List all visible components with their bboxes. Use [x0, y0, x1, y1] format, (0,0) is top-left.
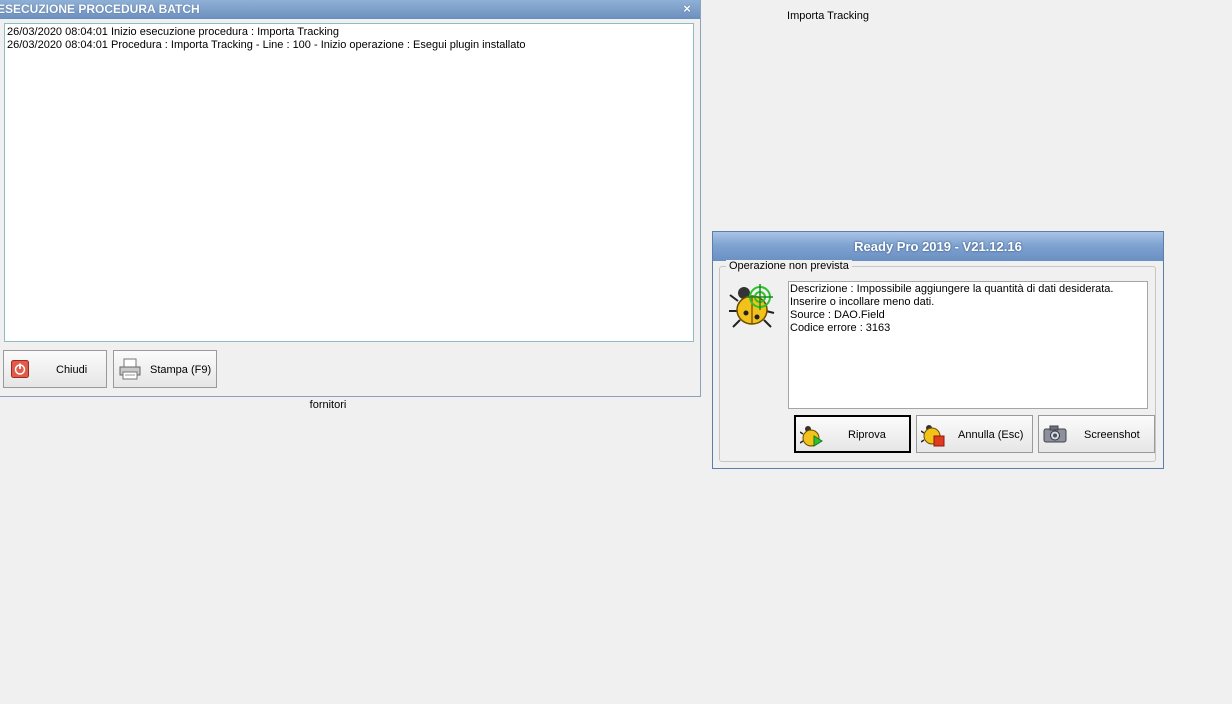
screenshot-button[interactable]: Screenshot: [1038, 415, 1155, 453]
printer-icon: [119, 358, 141, 380]
error-group-box: Operazione non prevista Descrizione : Im…: [719, 260, 1156, 462]
batch-log-textbox[interactable]: 26/03/2020 08:04:01 Inizio esecuzione pr…: [4, 23, 694, 342]
stampa-button-label: Stampa (F9): [150, 364, 212, 376]
chiudi-button[interactable]: Chiudi: [3, 350, 107, 388]
log-line: 26/03/2020 08:04:01 Procedura : Importa …: [7, 39, 526, 51]
screenshot-button-label: Screenshot: [1084, 429, 1140, 441]
riprova-button-label: Riprova: [848, 429, 886, 441]
stampa-button[interactable]: Stampa (F9): [113, 350, 217, 388]
annulla-button-label: Annulla (Esc): [958, 429, 1024, 441]
desktop-icon-label: Importa Tracking: [787, 10, 869, 22]
error-code: Codice errore : 3163: [790, 322, 891, 334]
log-line: 26/03/2020 08:04:01 Inizio esecuzione pr…: [7, 26, 340, 38]
error-source: Source : DAO.Field: [790, 309, 885, 321]
batch-window-titlebar[interactable]: ESECUZIONE PROCEDURA BATCH ×: [0, 0, 700, 19]
error-description: Descrizione : Impossibile aggiungere la …: [790, 283, 1114, 308]
batch-procedure-window: ESECUZIONE PROCEDURA BATCH × 26/03/2020 …: [0, 0, 701, 397]
annulla-button[interactable]: Annulla (Esc): [916, 415, 1033, 453]
camera-icon: [1043, 425, 1067, 443]
error-dialog-title[interactable]: Ready Pro 2019 - V21.12.16: [713, 232, 1163, 261]
error-description-textbox[interactable]: Descrizione : Impossibile aggiungere la …: [788, 281, 1148, 409]
batch-window-title: ESECUZIONE PROCEDURA BATCH: [0, 2, 200, 16]
gear-icon: [816, 0, 838, 4]
desktop-label-fornitori[interactable]: fornitori: [296, 399, 360, 411]
error-dialog: Ready Pro 2019 - V21.12.16 Operazione no…: [712, 231, 1164, 469]
bug-go-icon: [800, 426, 823, 447]
power-icon: [11, 360, 29, 378]
bug-stop-icon: [921, 425, 945, 447]
riprova-button[interactable]: Riprova: [794, 415, 911, 453]
close-icon[interactable]: ×: [680, 1, 694, 17]
error-group-label: Operazione non prevista: [726, 260, 852, 272]
chiudi-button-label: Chiudi: [56, 364, 88, 376]
bug-target-icon: [729, 284, 775, 328]
